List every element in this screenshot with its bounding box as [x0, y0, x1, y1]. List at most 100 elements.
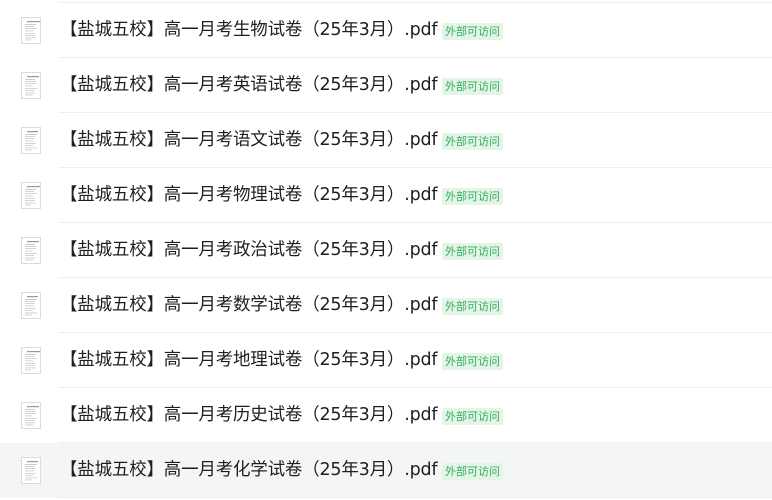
page-text-line	[27, 186, 40, 188]
page-text-line	[27, 461, 38, 463]
file-name[interactable]: 【盐城五校】高一月考物理试卷（25年3月）.pdf	[60, 184, 438, 206]
pdf-page-lines	[25, 131, 38, 151]
page-text-line	[25, 189, 36, 190]
pdf-page-lines	[25, 351, 40, 371]
page-text-line	[25, 424, 33, 426]
pdf-page-lines	[25, 241, 39, 261]
page-text-line	[25, 253, 37, 254]
external-access-badge: 外部可访问	[442, 408, 503, 425]
page-text-line	[25, 92, 35, 94]
external-access-badge: 外部可访问	[442, 78, 503, 95]
file-row[interactable]: 【盐城五校】高一月考历史试卷（25年3月）.pdf 外部可访问	[0, 388, 772, 443]
page-text-line	[25, 30, 33, 32]
page-text-line	[25, 147, 37, 149]
page-text-line	[27, 406, 39, 408]
page-text-line	[25, 409, 35, 410]
page-text-line	[25, 255, 34, 256]
pdf-page-lines	[25, 406, 39, 426]
page-text-line	[25, 358, 37, 359]
pdf-thumbnail-icon[interactable]	[21, 127, 41, 154]
page-text-line	[25, 250, 32, 252]
pdf-page-lines	[25, 21, 40, 41]
page-text-line	[25, 475, 33, 476]
file-name[interactable]: 【盐城五校】高一月考语文试卷（25年3月）.pdf	[60, 129, 438, 151]
page-text-line	[27, 131, 38, 133]
file-name[interactable]: 【盐城五校】高一月考生物试卷（25年3月）.pdf	[60, 19, 438, 41]
file-name[interactable]: 【盐城五校】高一月考英语试卷（25年3月）.pdf	[60, 74, 438, 96]
page-text-line	[27, 296, 38, 298]
file-name[interactable]: 【盐城五校】高一月考化学试卷（25年3月）.pdf	[60, 459, 438, 481]
page-text-line	[25, 415, 32, 417]
page-text-line	[25, 473, 36, 474]
page-text-line	[25, 28, 37, 29]
page-text-line	[25, 477, 37, 479]
file-row[interactable]: 【盐城五校】高一月考英语试卷（25年3月）.pdf 外部可访问	[0, 58, 772, 113]
file-row[interactable]: 【盐城五校】高一月考物理试卷（25年3月）.pdf 外部可访问	[0, 168, 772, 223]
page-text-line	[25, 303, 35, 304]
page-text-line	[25, 301, 35, 302]
page-text-line	[25, 354, 36, 355]
file-row[interactable]: 【盐城五校】高一月考地理试卷（25年3月）.pdf 外部可访问	[0, 333, 772, 388]
page-text-line	[25, 138, 35, 139]
external-access-badge: 外部可访问	[442, 23, 503, 40]
page-text-line	[25, 413, 36, 414]
page-text-line	[25, 88, 37, 89]
file-row[interactable]: 【盐城五校】高一月考政治试卷（25年3月）.pdf 外部可访问	[0, 223, 772, 278]
page-text-line	[25, 143, 36, 144]
page-text-line	[25, 202, 36, 204]
page-text-line	[25, 149, 32, 151]
file-row[interactable]: 【盐城五校】高一月考化学试卷（25年3月）.pdf 外部可访问	[0, 443, 772, 498]
page-text-line	[25, 312, 37, 314]
page-text-line	[25, 136, 35, 137]
page-text-line	[25, 37, 36, 39]
pdf-page-lines	[25, 186, 40, 206]
page-text-line	[25, 310, 33, 311]
page-text-line	[25, 299, 37, 300]
page-text-line	[25, 367, 36, 369]
page-text-line	[25, 134, 37, 135]
pdf-thumbnail-icon[interactable]	[21, 457, 41, 484]
page-text-line	[25, 193, 37, 194]
page-text-line	[27, 76, 39, 78]
page-text-line	[25, 422, 35, 424]
page-text-line	[25, 33, 35, 34]
page-text-line	[25, 418, 37, 419]
page-text-line	[25, 369, 31, 371]
file-name[interactable]: 【盐城五校】高一月考政治试卷（25年3月）.pdf	[60, 239, 438, 261]
file-row[interactable]: 【盐城五校】高一月考生物试卷（25年3月）.pdf 外部可访问	[0, 3, 772, 58]
page-text-line	[25, 259, 33, 261]
page-text-line	[25, 257, 35, 259]
page-text-line	[25, 468, 35, 469]
page-text-line	[25, 360, 33, 362]
page-text-line	[25, 145, 33, 146]
page-text-line	[25, 305, 34, 307]
external-access-badge: 外部可访问	[442, 298, 503, 315]
file-list: 【盐城五校】高一月考生物试卷（25年3月）.pdf 外部可访问 【盐城五校】高一…	[0, 0, 772, 500]
page-text-line	[25, 79, 35, 80]
page-text-line	[25, 363, 35, 364]
file-name[interactable]: 【盐城五校】高一月考数学试卷（25年3月）.pdf	[60, 294, 438, 316]
pdf-thumbnail-icon[interactable]	[21, 72, 41, 99]
pdf-page-lines	[25, 76, 39, 96]
page-text-line	[25, 195, 33, 197]
page-text-line	[25, 85, 32, 87]
file-row[interactable]: 【盐城五校】高一月考数学试卷（25年3月）.pdf 外部可访问	[0, 278, 772, 333]
file-row[interactable]: 【盐城五校】高一月考语文试卷（25年3月）.pdf 外部可访问	[0, 113, 772, 168]
page-text-line	[25, 479, 32, 481]
pdf-thumbnail-icon[interactable]	[21, 402, 41, 429]
page-text-line	[25, 26, 34, 27]
pdf-thumbnail-icon[interactable]	[21, 17, 41, 44]
pdf-thumbnail-icon[interactable]	[21, 292, 41, 319]
pdf-page-lines	[25, 461, 38, 481]
pdf-page-lines	[25, 296, 38, 316]
external-access-badge: 外部可访问	[442, 463, 503, 480]
page-text-line	[25, 140, 34, 142]
pdf-thumbnail-icon[interactable]	[21, 347, 41, 374]
file-name[interactable]: 【盐城五校】高一月考历史试卷（25年3月）.pdf	[60, 404, 438, 426]
page-text-line	[25, 24, 36, 25]
pdf-thumbnail-icon[interactable]	[21, 182, 41, 209]
file-name[interactable]: 【盐城五校】高一月考地理试卷（25年3月）.pdf	[60, 349, 438, 371]
pdf-thumbnail-icon[interactable]	[21, 237, 41, 264]
page-text-line	[25, 466, 35, 467]
page-text-line	[25, 83, 36, 84]
